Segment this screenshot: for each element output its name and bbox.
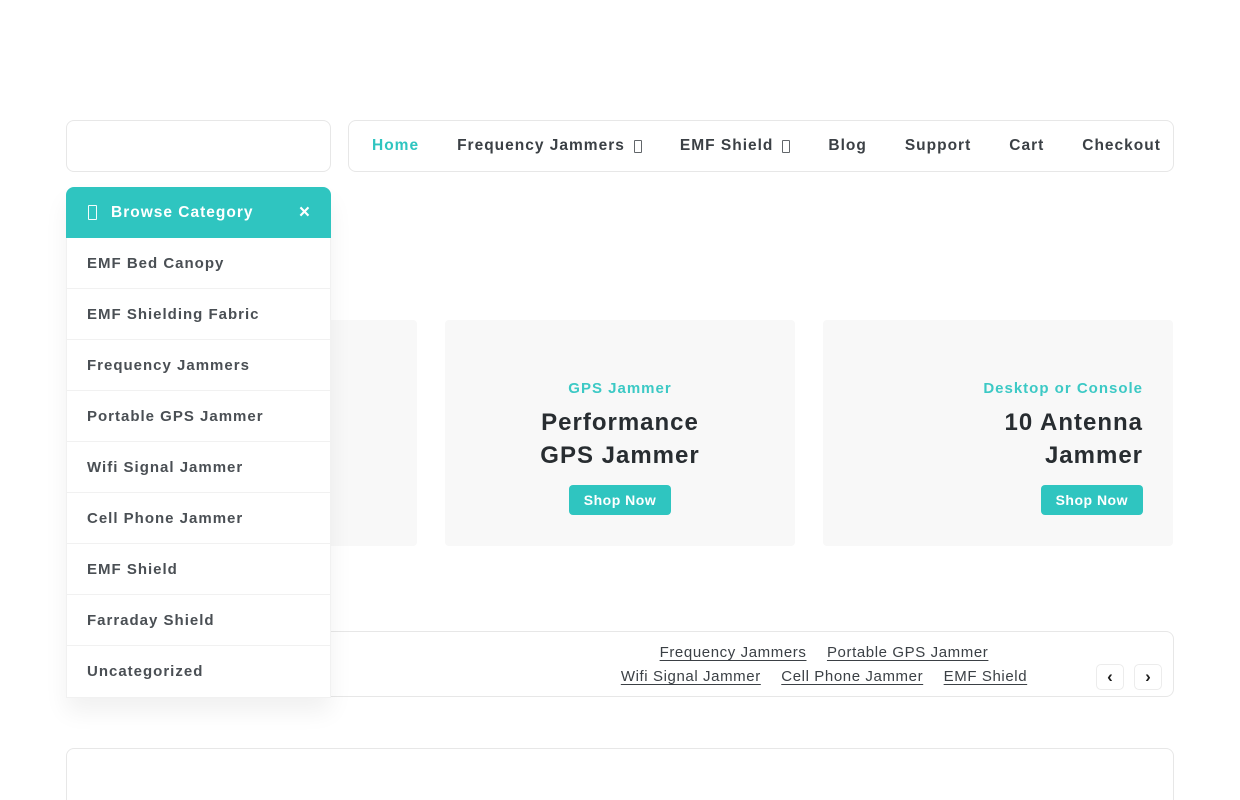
dropdown-placeholder-icon (782, 140, 790, 153)
carousel-prev-button[interactable]: ‹ (1096, 664, 1124, 690)
browse-category-menu: Browse Category × EMF Bed Canopy EMF Shi… (66, 187, 331, 698)
nav-item-checkout[interactable]: Checkout (1063, 137, 1180, 155)
link-wifi-signal-jammer[interactable]: Wifi Signal Jammer (621, 668, 761, 685)
page: Home Frequency Jammers EMF Shield Blog S… (0, 0, 1240, 800)
category-item-emf-shield[interactable]: EMF Shield (67, 544, 330, 595)
sidebar-top-box (66, 120, 331, 172)
category-item-portable-gps-jammer[interactable]: Portable GPS Jammer (67, 391, 330, 442)
category-links: Frequency Jammers Portable GPS Jammer Wi… (574, 641, 1074, 689)
slide-title-line: GPS Jammer (540, 439, 699, 472)
category-item-uncategorized[interactable]: Uncategorized (67, 646, 330, 697)
nav-item-home[interactable]: Home (353, 137, 438, 155)
menu-placeholder-icon (88, 205, 97, 220)
nav-item-cart[interactable]: Cart (990, 137, 1063, 155)
category-item-emf-bed-canopy[interactable]: EMF Bed Canopy (67, 238, 330, 289)
carousel-slide-gps-jammer: GPS Jammer Performance GPS Jammer Shop N… (445, 320, 795, 546)
nav-item-label: EMF Shield (680, 137, 774, 155)
slide-title-line: Performance (541, 406, 699, 439)
link-portable-gps-jammer[interactable]: Portable GPS Jammer (827, 644, 988, 661)
slide-subtitle: Desktop or Console (983, 380, 1143, 397)
category-item-wifi-signal-jammer[interactable]: Wifi Signal Jammer (67, 442, 330, 493)
nav-item-support[interactable]: Support (886, 137, 990, 155)
category-item-farraday-shield[interactable]: Farraday Shield (67, 595, 330, 646)
slide-title-line: Jammer (1045, 439, 1143, 472)
link-frequency-jammers[interactable]: Frequency Jammers (660, 644, 807, 661)
slide-title-line: 10 Antenna (1005, 406, 1143, 439)
nav-item-frequency-jammers[interactable]: Frequency Jammers (438, 137, 661, 155)
bottom-content-box (66, 748, 1174, 800)
category-list: EMF Bed Canopy EMF Shielding Fabric Freq… (66, 238, 331, 698)
close-icon[interactable]: × (299, 203, 311, 222)
category-item-cell-phone-jammer[interactable]: Cell Phone Jammer (67, 493, 330, 544)
nav-item-blog[interactable]: Blog (809, 137, 885, 155)
carousel-slide-10-antenna-jammer: Desktop or Console 10 Antenna Jammer Sho… (823, 320, 1173, 546)
link-emf-shield[interactable]: EMF Shield (944, 668, 1028, 685)
slide-subtitle: GPS Jammer (568, 380, 671, 397)
category-item-frequency-jammers[interactable]: Frequency Jammers (67, 340, 330, 391)
shop-now-button[interactable]: Shop Now (569, 485, 671, 515)
nav-item-label: Frequency Jammers (457, 137, 625, 155)
carousel-arrows: ‹ › (1096, 664, 1162, 690)
category-item-emf-shielding-fabric[interactable]: EMF Shielding Fabric (67, 289, 330, 340)
nav-item-emf-shield[interactable]: EMF Shield (661, 137, 810, 155)
shop-now-button[interactable]: Shop Now (1041, 485, 1143, 515)
browse-category-header[interactable]: Browse Category × (66, 187, 331, 238)
dropdown-placeholder-icon (634, 140, 642, 153)
browse-category-title: Browse Category (111, 204, 253, 222)
link-cell-phone-jammer[interactable]: Cell Phone Jammer (781, 668, 923, 685)
carousel-next-button[interactable]: › (1134, 664, 1162, 690)
main-nav: Home Frequency Jammers EMF Shield Blog S… (348, 120, 1174, 172)
